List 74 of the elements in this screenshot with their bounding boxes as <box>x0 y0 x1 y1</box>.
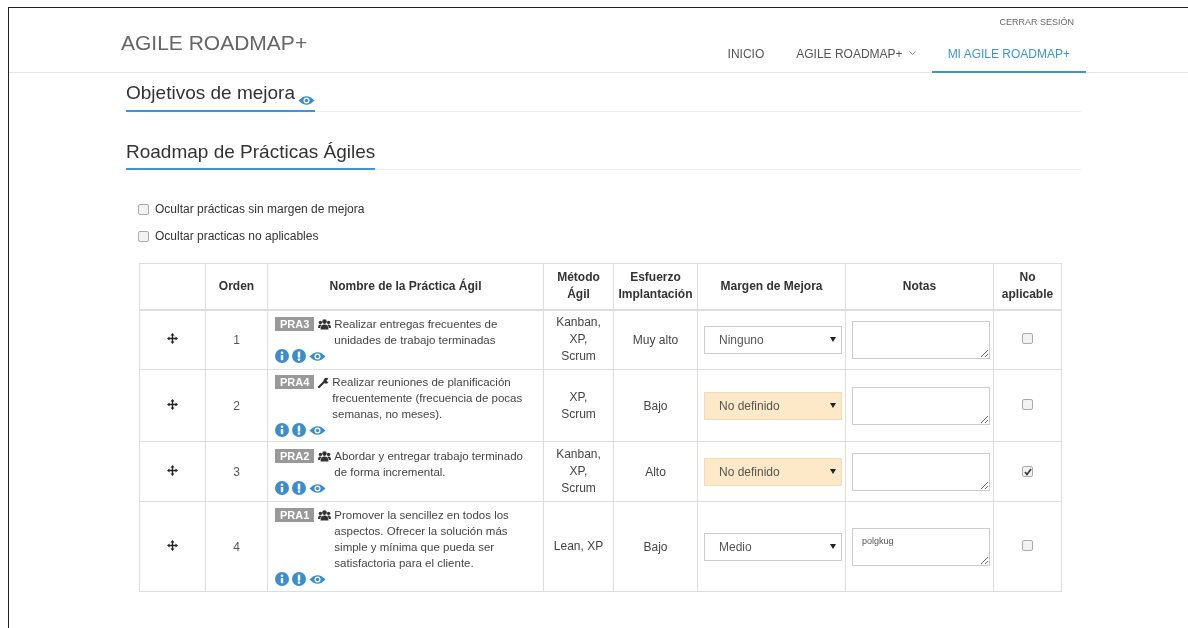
column-header: Margen de Mejora <box>719 277 824 295</box>
margin-select[interactable]: No definido <box>704 391 842 420</box>
order-number: 4 <box>233 539 240 554</box>
people-icon <box>318 319 332 331</box>
method-text: Lean, XP <box>553 539 604 553</box>
move-handle-icon[interactable] <box>167 332 178 344</box>
move-handle-icon[interactable] <box>167 539 178 551</box>
practice-name: Promover la sencillez en todos los aspectos. Ofrecer la solución más simple y mínima que pueda ser satisfactoria para el cliente. <box>334 508 510 571</box>
move-handle-icon[interactable] <box>167 398 178 410</box>
info-icon[interactable] <box>275 481 289 495</box>
effort-text: Muy alto <box>632 332 679 347</box>
column-header: Notas <box>901 277 938 295</box>
order-number: 3 <box>233 464 240 479</box>
notes-field[interactable] <box>852 320 990 359</box>
checkbox-label: Ocultar prácticas sin margen de mejora <box>155 201 365 218</box>
column-header: No aplicable <box>1000 269 1055 304</box>
checkbox[interactable] <box>138 203 149 215</box>
notes-field[interactable] <box>852 452 990 491</box>
order-number: 1 <box>233 332 240 347</box>
effort-text: Bajo <box>643 539 668 554</box>
notes-field[interactable] <box>852 386 990 425</box>
order-number: 2 <box>233 398 240 413</box>
notes-field[interactable]: polgkug <box>852 527 990 566</box>
checkbox[interactable] <box>1022 466 1033 477</box>
practice-name: Realizar reuniones de planificación frecuentemente (frecuencia de pocas semanas, no meses). <box>332 375 524 422</box>
wrench-icon <box>318 377 330 388</box>
margin-select[interactable]: Medio <box>704 532 842 561</box>
practice-code-label: PRA1 <box>275 508 315 522</box>
eye-icon[interactable] <box>309 424 326 436</box>
people-icon <box>318 451 332 462</box>
section-heading: Roadmap de Prácticas Ágiles <box>126 139 376 164</box>
effort-text: Alto <box>645 464 666 479</box>
margin-select[interactable]: Ninguno <box>704 325 842 354</box>
column-header: Orden <box>217 277 256 295</box>
column-header: Esfuerzo Implantación <box>617 269 694 304</box>
method-text: XP, Scrum <box>561 389 596 421</box>
caret-icon <box>830 403 836 408</box>
practice-name: Abordar y entregar trabajo terminado de forma incremental. <box>334 449 524 480</box>
brand-title[interactable]: AGILE ROADMAP+ <box>121 8 541 72</box>
section-heading: Objetivos de mejora <box>126 81 295 105</box>
nav-tab[interactable]: AGILE ROADMAP+ <box>780 44 932 73</box>
checkbox-label: Ocultar practicas no aplicables <box>155 228 319 245</box>
alert-icon[interactable] <box>292 423 306 437</box>
margin-select[interactable]: No definido <box>704 457 842 486</box>
practice-name: Realizar entregas frecuentes de unidades de trabajo terminadas <box>334 317 499 349</box>
method-text: Kanban, XP, Scrum <box>556 315 601 364</box>
practice-code-label: PRA3 <box>275 317 315 332</box>
column-header: Nombre de la Práctica Ágil <box>328 277 483 295</box>
effort-text: Bajo <box>643 398 668 413</box>
alert-icon[interactable] <box>292 572 306 586</box>
move-handle-icon[interactable] <box>167 464 178 476</box>
info-icon[interactable] <box>275 423 289 437</box>
info-icon[interactable] <box>275 349 289 364</box>
practice-code-label: PRA2 <box>275 449 315 463</box>
caret-icon <box>830 337 836 343</box>
eye-icon[interactable] <box>309 350 326 362</box>
caret-icon <box>830 469 836 474</box>
checkbox[interactable] <box>1022 398 1033 410</box>
column-header: Método Ágil <box>556 269 601 304</box>
practice-code-label: PRA4 <box>275 375 315 389</box>
eye-icon[interactable] <box>309 482 326 494</box>
alert-icon[interactable] <box>292 481 306 495</box>
eye-icon[interactable] <box>297 94 315 106</box>
alert-icon[interactable] <box>292 349 306 364</box>
people-icon <box>318 510 332 521</box>
checkbox[interactable] <box>1022 539 1033 551</box>
logout-link[interactable]: CERRAR SESIÓN <box>999 16 1074 30</box>
checkbox[interactable] <box>1022 332 1033 344</box>
nav-tab[interactable]: INICIO <box>711 44 781 73</box>
method-text: Kanban, XP, Scrum <box>556 447 601 495</box>
info-icon[interactable] <box>275 572 289 586</box>
eye-icon[interactable] <box>309 573 326 585</box>
caret-icon <box>830 544 836 549</box>
checkbox[interactable] <box>138 230 149 242</box>
